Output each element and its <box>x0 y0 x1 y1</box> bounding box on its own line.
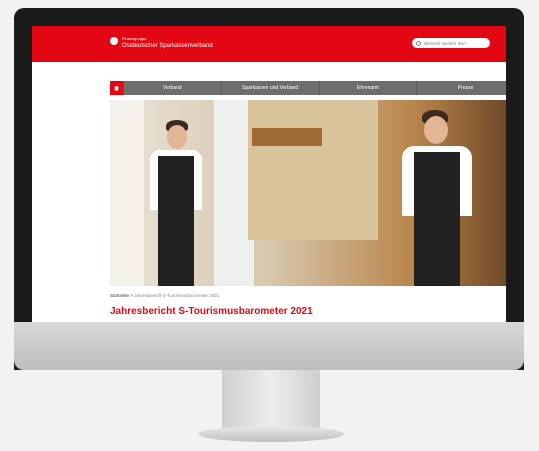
breadcrumb-home-link[interactable]: Startseite <box>110 293 129 298</box>
monitor-stand-base <box>198 426 344 442</box>
page-title: Jahresbericht S-Tourismusbarometer 2021 <box>110 306 313 317</box>
browser-screen: Finanzgruppe Ostdeutscher Sparkassenverb… <box>32 26 506 330</box>
nav-item-ehrenamt[interactable]: Ehrenamt <box>318 81 417 95</box>
home-icon <box>114 85 119 91</box>
search-placeholder: Wonach suchen Sie? <box>424 40 467 46</box>
logo-title: Ostdeutscher Sparkassenverband <box>122 43 213 49</box>
nav-item-presse[interactable]: Presse <box>416 81 506 95</box>
nav-home-button[interactable] <box>110 81 123 95</box>
monitor-stand <box>222 370 320 428</box>
site-header: Finanzgruppe Ostdeutscher Sparkassenverb… <box>32 26 506 62</box>
waiter-figure-right <box>394 110 480 286</box>
monitor-chin <box>14 322 524 370</box>
nav-item-verband[interactable]: Verband <box>123 81 221 95</box>
site-logo[interactable]: Finanzgruppe Ostdeutscher Sparkassenverb… <box>110 36 213 50</box>
breadcrumb: Startseite > Jahresbericht S-Tourismusba… <box>110 293 219 298</box>
waiter-figure-left <box>144 120 208 286</box>
breadcrumb-separator: > <box>130 293 133 298</box>
nav-item-sparkassen[interactable]: Sparkassen und Verband <box>220 81 319 95</box>
search-icon <box>416 40 421 46</box>
breadcrumb-current: Jahresbericht S-Tourismusbarometer 2021 <box>134 293 220 298</box>
monitor-frame: Finanzgruppe Ostdeutscher Sparkassenverb… <box>14 8 524 370</box>
search-input[interactable]: Wonach suchen Sie? <box>412 38 490 48</box>
hero-image <box>110 100 506 286</box>
main-navigation: Verband Sparkassen und Verband Ehrenamt … <box>110 81 506 95</box>
sparkasse-logo-icon <box>110 37 118 45</box>
